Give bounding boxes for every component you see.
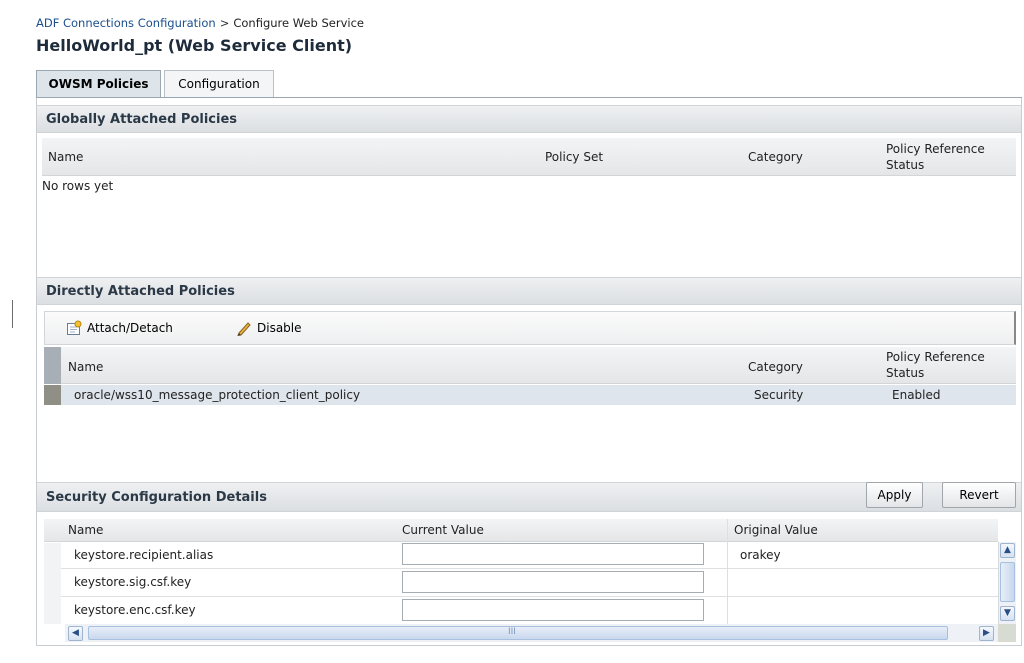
row-divider [61,596,998,597]
scroll-thumb-grip: III [508,627,516,637]
panel-bottom-border [36,645,1022,646]
attach-detach-button[interactable]: Attach/Detach [66,318,173,338]
column-header-policy-set[interactable]: Policy Set [545,150,603,164]
column-header-status[interactable]: Status [886,366,924,380]
pencil-icon [236,320,252,337]
row-selector-header [44,347,61,384]
row-divider [61,568,998,569]
tab-owsm-policies[interactable]: OWSM Policies [36,70,161,98]
section-title: Globally Attached Policies [46,112,238,127]
column-header-policy-reference[interactable]: Policy Reference [886,350,985,364]
section-header-direct-policies: Directly Attached Policies [37,277,1021,305]
column-header-status[interactable]: Status [886,158,924,172]
column-header-name[interactable]: Name [48,150,83,164]
scroll-left-icon[interactable]: ◀ [68,626,83,641]
breadcrumb-separator: > [219,16,230,30]
page-title: HelloWorld_pt (Web Service Client) [36,36,353,55]
column-header-name[interactable]: Name [68,523,103,537]
scroll-down-icon[interactable]: ▼ [1000,606,1015,621]
global-policies-column-header [42,138,1016,176]
column-divider [727,519,728,624]
attach-detach-label: Attach/Detach [87,321,173,335]
property-name-cell: keystore.recipient.alias [74,548,214,562]
breadcrumb-link-adf-connections[interactable]: ADF Connections Configuration [36,16,216,30]
tab-configuration[interactable]: Configuration [164,70,274,97]
breadcrumb-current: Configure Web Service [233,16,364,30]
scroll-right-icon[interactable]: ▶ [979,626,994,641]
direct-policies-column-header [44,347,1016,384]
column-header-name[interactable]: Name [68,360,103,374]
empty-table-message: No rows yet [42,179,114,193]
row-selector-column [44,543,61,624]
row-selector[interactable] [44,385,61,405]
apply-button[interactable]: Apply [866,482,923,508]
section-title: Security Configuration Details [46,490,267,505]
section-title: Directly Attached Policies [46,284,235,299]
breadcrumb: ADF Connections Configuration > Configure … [36,16,364,30]
property-name-cell: keystore.sig.csf.key [74,575,192,589]
column-header-original-value[interactable]: Original Value [734,523,818,537]
window-edge-divider [12,300,13,328]
column-header-category[interactable]: Category [748,360,803,374]
scrollbar-corner [998,624,1016,642]
property-name-cell: keystore.enc.csf.key [74,603,196,617]
horizontal-scroll-thumb[interactable] [88,626,948,640]
section-header-global-policies: Globally Attached Policies [37,105,1021,133]
original-value-cell: orakey [740,548,781,562]
disable-label: Disable [257,321,302,335]
current-value-input[interactable] [402,543,704,565]
column-header-category[interactable]: Category [748,150,803,164]
current-value-input[interactable] [402,571,704,593]
direct-policies-toolbar [44,311,1016,345]
column-header-policy-reference[interactable]: Policy Reference [886,142,985,156]
column-header-current-value[interactable]: Current Value [402,523,484,537]
attach-detach-icon [66,320,82,336]
vertical-scroll-thumb[interactable] [1000,562,1015,602]
policy-name-cell: oracle/wss10_message_protection_client_p… [74,388,361,402]
disable-button[interactable]: Disable [236,318,302,338]
policy-status-cell: Enabled [892,388,941,402]
policy-category-cell: Security [754,388,804,402]
revert-button[interactable]: Revert [942,482,1016,508]
current-value-input[interactable] [402,599,704,621]
security-details-column-header [44,519,998,542]
scroll-up-icon[interactable]: ▲ [1000,543,1015,558]
